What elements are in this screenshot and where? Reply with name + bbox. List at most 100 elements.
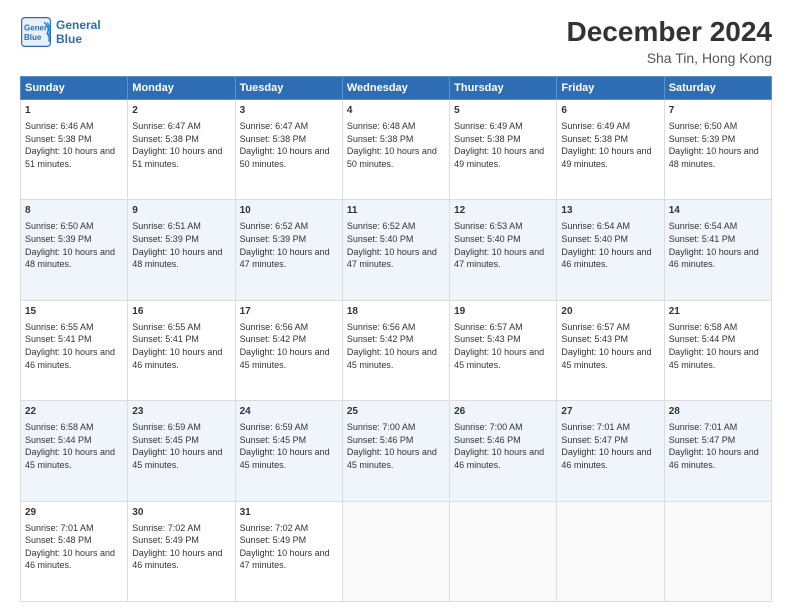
day-number: 6 bbox=[561, 104, 659, 118]
sunset-text: Sunset: 5:44 PM bbox=[25, 435, 92, 445]
daylight-text: Daylight: 10 hours and 47 minutes. bbox=[240, 247, 330, 270]
sunset-text: Sunset: 5:38 PM bbox=[132, 134, 199, 144]
table-row: 10Sunrise: 6:52 AMSunset: 5:39 PMDayligh… bbox=[235, 200, 342, 300]
day-number: 15 bbox=[25, 305, 123, 319]
sunset-text: Sunset: 5:41 PM bbox=[132, 334, 199, 344]
day-number: 9 bbox=[132, 204, 230, 218]
sunrise-text: Sunrise: 6:51 AM bbox=[132, 221, 201, 231]
sunset-text: Sunset: 5:47 PM bbox=[561, 435, 628, 445]
sunset-text: Sunset: 5:38 PM bbox=[25, 134, 92, 144]
daylight-text: Daylight: 10 hours and 46 minutes. bbox=[669, 247, 759, 270]
daylight-text: Daylight: 10 hours and 46 minutes. bbox=[669, 447, 759, 470]
day-number: 23 bbox=[132, 405, 230, 419]
sunrise-text: Sunrise: 6:49 AM bbox=[561, 121, 630, 131]
main-title: December 2024 bbox=[567, 16, 772, 48]
daylight-text: Daylight: 10 hours and 45 minutes. bbox=[240, 347, 330, 370]
logo-blue: Blue bbox=[56, 32, 101, 46]
day-number: 3 bbox=[240, 104, 338, 118]
daylight-text: Daylight: 10 hours and 45 minutes. bbox=[240, 447, 330, 470]
day-number: 5 bbox=[454, 104, 552, 118]
table-row: 11Sunrise: 6:52 AMSunset: 5:40 PMDayligh… bbox=[342, 200, 449, 300]
sunset-text: Sunset: 5:47 PM bbox=[669, 435, 736, 445]
table-row: 14Sunrise: 6:54 AMSunset: 5:41 PMDayligh… bbox=[664, 200, 771, 300]
table-row: 23Sunrise: 6:59 AMSunset: 5:45 PMDayligh… bbox=[128, 401, 235, 501]
daylight-text: Daylight: 10 hours and 45 minutes. bbox=[454, 347, 544, 370]
sunrise-text: Sunrise: 7:01 AM bbox=[669, 422, 738, 432]
daylight-text: Daylight: 10 hours and 46 minutes. bbox=[25, 548, 115, 571]
daylight-text: Daylight: 10 hours and 48 minutes. bbox=[132, 247, 222, 270]
day-number: 28 bbox=[669, 405, 767, 419]
table-row: 20Sunrise: 6:57 AMSunset: 5:43 PMDayligh… bbox=[557, 300, 664, 400]
table-row: 22Sunrise: 6:58 AMSunset: 5:44 PMDayligh… bbox=[21, 401, 128, 501]
sunset-text: Sunset: 5:39 PM bbox=[25, 234, 92, 244]
calendar-table: Sunday Monday Tuesday Wednesday Thursday… bbox=[20, 76, 772, 602]
sunrise-text: Sunrise: 6:56 AM bbox=[240, 322, 309, 332]
table-row: 21Sunrise: 6:58 AMSunset: 5:44 PMDayligh… bbox=[664, 300, 771, 400]
sunrise-text: Sunrise: 6:57 AM bbox=[454, 322, 523, 332]
table-row: 31Sunrise: 7:02 AMSunset: 5:49 PMDayligh… bbox=[235, 501, 342, 601]
table-row: 26Sunrise: 7:00 AMSunset: 5:46 PMDayligh… bbox=[450, 401, 557, 501]
table-row: 15Sunrise: 6:55 AMSunset: 5:41 PMDayligh… bbox=[21, 300, 128, 400]
daylight-text: Daylight: 10 hours and 47 minutes. bbox=[240, 548, 330, 571]
day-number: 30 bbox=[132, 506, 230, 520]
sunset-text: Sunset: 5:42 PM bbox=[240, 334, 307, 344]
sunset-text: Sunset: 5:49 PM bbox=[240, 535, 307, 545]
sunrise-text: Sunrise: 7:00 AM bbox=[347, 422, 416, 432]
table-row: 6Sunrise: 6:49 AMSunset: 5:38 PMDaylight… bbox=[557, 100, 664, 200]
table-row: 27Sunrise: 7:01 AMSunset: 5:47 PMDayligh… bbox=[557, 401, 664, 501]
daylight-text: Daylight: 10 hours and 46 minutes. bbox=[561, 447, 651, 470]
sunset-text: Sunset: 5:38 PM bbox=[347, 134, 414, 144]
daylight-text: Daylight: 10 hours and 51 minutes. bbox=[25, 146, 115, 169]
daylight-text: Daylight: 10 hours and 47 minutes. bbox=[454, 247, 544, 270]
sunrise-text: Sunrise: 6:55 AM bbox=[25, 322, 94, 332]
table-row: 4 Sunrise: 6:48 AM Sunset: 5:38 PM Daylight… bbox=[342, 100, 449, 200]
table-row: 12Sunrise: 6:53 AMSunset: 5:40 PMDayligh… bbox=[450, 200, 557, 300]
sunrise-text: Sunrise: 6:57 AM bbox=[561, 322, 630, 332]
calendar-week-row: 22Sunrise: 6:58 AMSunset: 5:44 PMDayligh… bbox=[21, 401, 772, 501]
daylight-text: Daylight: 10 hours and 46 minutes. bbox=[454, 447, 544, 470]
header-saturday: Saturday bbox=[664, 77, 771, 100]
sunset-text: Sunset: 5:39 PM bbox=[240, 234, 307, 244]
day-number: 1 bbox=[25, 104, 123, 118]
daylight-text: Daylight: 10 hours and 46 minutes. bbox=[132, 548, 222, 571]
table-row: 16Sunrise: 6:55 AMSunset: 5:41 PMDayligh… bbox=[128, 300, 235, 400]
logo-icon: General Blue bbox=[20, 16, 52, 48]
daylight-text: Daylight: 10 hours and 49 minutes. bbox=[561, 146, 651, 169]
sunset-text: Sunset: 5:38 PM bbox=[240, 134, 307, 144]
day-number: 4 bbox=[347, 104, 445, 118]
sunrise-text: Sunrise: 6:59 AM bbox=[240, 422, 309, 432]
day-number: 17 bbox=[240, 305, 338, 319]
day-number: 16 bbox=[132, 305, 230, 319]
day-number: 22 bbox=[25, 405, 123, 419]
sunrise-text: Sunrise: 7:00 AM bbox=[454, 422, 523, 432]
sunset-text: Sunset: 5:39 PM bbox=[132, 234, 199, 244]
day-number: 24 bbox=[240, 405, 338, 419]
daylight-text: Daylight: 10 hours and 45 minutes. bbox=[561, 347, 651, 370]
table-row: 9 Sunrise: 6:51 AM Sunset: 5:39 PM Daylight… bbox=[128, 200, 235, 300]
title-block: December 2024 Sha Tin, Hong Kong bbox=[567, 16, 772, 66]
table-row: 19Sunrise: 6:57 AMSunset: 5:43 PMDayligh… bbox=[450, 300, 557, 400]
day-number: 26 bbox=[454, 405, 552, 419]
daylight-text: Daylight: 10 hours and 45 minutes. bbox=[347, 347, 437, 370]
daylight-text: Daylight: 10 hours and 50 minutes. bbox=[347, 146, 437, 169]
sunrise-text: Sunrise: 6:52 AM bbox=[347, 221, 416, 231]
sunset-text: Sunset: 5:46 PM bbox=[347, 435, 414, 445]
sunset-text: Sunset: 5:39 PM bbox=[669, 134, 736, 144]
daylight-text: Daylight: 10 hours and 51 minutes. bbox=[132, 146, 222, 169]
subtitle: Sha Tin, Hong Kong bbox=[567, 50, 772, 66]
table-row: 7Sunrise: 6:50 AMSunset: 5:39 PMDaylight… bbox=[664, 100, 771, 200]
sunrise-text: Sunrise: 6:48 AM bbox=[347, 121, 416, 131]
sunset-text: Sunset: 5:41 PM bbox=[25, 334, 92, 344]
sunset-text: Sunset: 5:45 PM bbox=[132, 435, 199, 445]
table-row: 30Sunrise: 7:02 AMSunset: 5:49 PMDayligh… bbox=[128, 501, 235, 601]
calendar-week-row: 29Sunrise: 7:01 AMSunset: 5:48 PMDayligh… bbox=[21, 501, 772, 601]
logo: General Blue General Blue bbox=[20, 16, 101, 48]
day-number: 20 bbox=[561, 305, 659, 319]
daylight-text: Daylight: 10 hours and 45 minutes. bbox=[132, 447, 222, 470]
daylight-text: Daylight: 10 hours and 47 minutes. bbox=[347, 247, 437, 270]
header-wednesday: Wednesday bbox=[342, 77, 449, 100]
table-row: 29Sunrise: 7:01 AMSunset: 5:48 PMDayligh… bbox=[21, 501, 128, 601]
day-number: 13 bbox=[561, 204, 659, 218]
sunrise-text: Sunrise: 7:02 AM bbox=[132, 523, 201, 533]
sunset-text: Sunset: 5:48 PM bbox=[25, 535, 92, 545]
